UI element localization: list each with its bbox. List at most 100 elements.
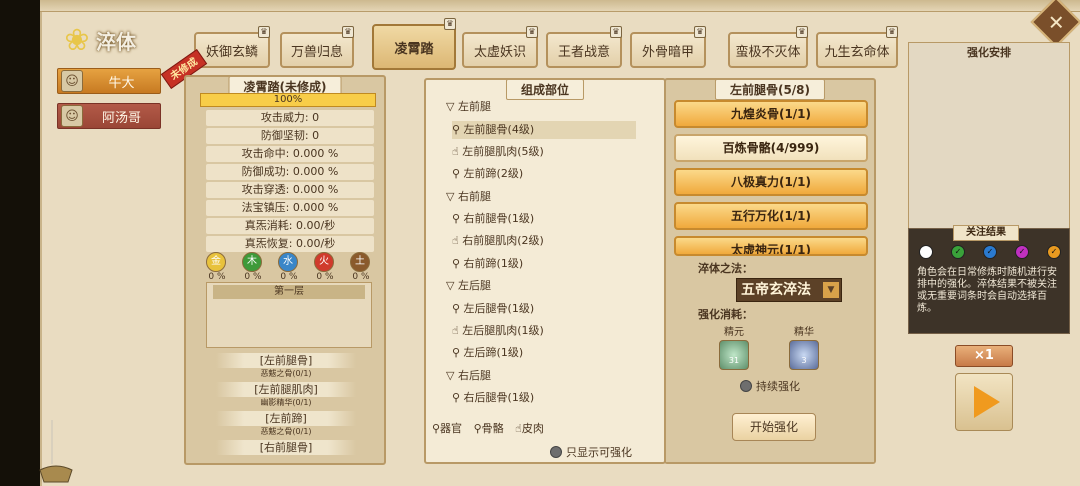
top-bar: [40, 0, 1080, 12]
essence-icon: 31: [719, 340, 749, 370]
element-pct: 0 %: [280, 272, 298, 282]
focus-option-orange[interactable]: ✓: [1047, 245, 1061, 259]
element-wood: 木 0 %: [242, 252, 264, 282]
focus-option-white[interactable]: [919, 245, 933, 259]
element-icon: 水: [278, 252, 298, 272]
material-button[interactable]: 九煌炎骨(1/1): [674, 100, 868, 128]
focus-option-green[interactable]: ✓: [951, 245, 965, 259]
cost-name: 精元: [724, 327, 744, 338]
tree-item[interactable]: ☝ 右前腿肌肉(2级): [452, 232, 544, 250]
material-button[interactable]: 太虚神元(1/1): [674, 236, 868, 256]
crystal-icon: 3: [789, 340, 819, 370]
part-name: [右前腿骨]: [216, 440, 356, 455]
tab-lingxiao[interactable]: 凌霄踏 ♛: [372, 18, 456, 70]
close-icon: ✕: [1047, 9, 1065, 34]
tab-label: 蛮极不灭体: [735, 44, 801, 60]
method-select[interactable]: 五帝玄淬法 ▼: [736, 278, 842, 302]
part-entry: [左前蹄] 恶魃之骨(0/1): [216, 411, 356, 437]
method-box: 淬体之法： 五帝玄淬法 ▼ 强化消耗： 精元 31 精华 3 持续强化 开始强化: [666, 256, 874, 462]
legend-organ: ⚲器官: [432, 422, 463, 435]
element-icon: 土: [350, 252, 370, 272]
tab-bar: 妖御玄鳞 ♛ 万兽归息 ♛ 凌霄踏 ♛ 太虚妖识 ♛ 王者战意 ♛ 外骨暗甲 ♛ 蛮极不灭体…: [182, 18, 902, 74]
focus-option-purple[interactable]: ✓: [1015, 245, 1029, 259]
tree-item[interactable]: ⚲ 左后蹄(1级): [452, 344, 523, 362]
element-pct: 0 %: [244, 272, 262, 282]
part-name: [左前腿骨]: [216, 353, 356, 368]
multiplier-button[interactable]: ×1: [955, 345, 1013, 367]
element-affinities: 金 0 % 木 0 % 水 0 % 火 0 % 土 0 %: [206, 252, 376, 282]
character-list: ☺ 牛大 ☺ 阿汤哥: [57, 68, 161, 138]
tab-jiusheng[interactable]: 九生玄命体 ♛: [816, 26, 898, 68]
tree-item[interactable]: ☝ 左前腿肌肉(5级): [452, 143, 544, 161]
tree-item[interactable]: ⚲ 左前腿骨(4级): [452, 121, 636, 139]
tree-item[interactable]: ⚲ 左后腿骨(1级): [452, 300, 534, 318]
character-item-atangge[interactable]: ☺ 阿汤哥: [57, 103, 161, 129]
crown-icon: ♛: [526, 26, 538, 38]
tree-item[interactable]: ⚲ 右前蹄(1级): [452, 255, 523, 273]
focus-option-blue[interactable]: ✓: [983, 245, 997, 259]
focus-panel: 关注结果 ✓ ✓ ✓ ✓ 角色会在日常修炼时随机进行安排中的强化。淬体结果不被关…: [908, 225, 1070, 334]
tab-manji[interactable]: 蛮极不灭体 ♛: [728, 26, 808, 68]
only-strengthenable-toggle[interactable]: 只显示可强化: [550, 444, 632, 460]
focus-description: 角色会在日常修炼时随机进行安排中的强化。淬体结果不被关注或无重要词条时会自动选择…: [917, 267, 1057, 314]
crown-icon: ♛: [796, 26, 808, 38]
character-item-niuda[interactable]: ☺ 牛大: [57, 68, 161, 94]
start-strengthen-button[interactable]: 开始强化: [732, 413, 816, 441]
part-entry: [左前腿肌肉] 幽影精华(0/1): [216, 382, 356, 408]
play-button[interactable]: [955, 373, 1013, 431]
method-value: 五帝玄淬法: [741, 282, 811, 298]
stat-row: 攻击穿透: 0.000 %: [206, 182, 374, 198]
progress-bar: 100%: [200, 93, 376, 107]
tab-label: 太虚妖识: [473, 44, 526, 60]
crown-icon: ♛: [342, 26, 354, 38]
toggle-label: 持续强化: [756, 380, 800, 393]
legend: ⚲器官 ⚲骨骼 ☝皮肉: [432, 420, 552, 436]
cost-jingyuan: 精元 31: [714, 323, 754, 370]
stat-row: 防御成功: 0.000 %: [206, 164, 374, 180]
emblem-icon: ❀: [64, 22, 90, 58]
focus-title: 关注结果: [953, 225, 1019, 241]
continuous-toggle[interactable]: 持续强化: [740, 378, 800, 394]
tree-item[interactable]: ⚲ 左前蹄(2级): [452, 165, 523, 183]
tree-header: 组成部位: [505, 79, 585, 100]
materials-header: 左前腿骨(5/8): [714, 79, 826, 100]
tab-label: 王者战意: [557, 44, 610, 60]
part-requirement: 恶魃之骨(0/1): [260, 427, 312, 436]
tab-taixu[interactable]: 太虚妖识 ♛: [462, 26, 538, 68]
tab-label: 万兽归息: [290, 44, 343, 60]
element-earth: 土 0 %: [350, 252, 372, 282]
tree-group[interactable]: ▽ 右前腿: [446, 188, 491, 206]
focus-options: ✓ ✓ ✓ ✓: [917, 245, 1067, 263]
page-title-block: ❀ 淬体: [60, 18, 170, 68]
stat-row: 真炁恢复: 0.00/秒: [206, 236, 374, 252]
method-label: 淬体之法：: [698, 262, 753, 275]
avatar: ☺: [61, 105, 83, 127]
tab-wangzhe[interactable]: 王者战意 ♛: [546, 26, 622, 68]
stat-row: 法宝镇压: 0.000 %: [206, 200, 374, 216]
tree-item[interactable]: ☝ 左后腿肌肉(1级): [452, 322, 544, 340]
stat-row: 攻击威力: 0: [206, 110, 374, 126]
material-button[interactable]: 百炼骨骼(4/999): [674, 134, 868, 162]
materials-panel: 左前腿骨(5/8) 九煌炎骨(1/1) 百炼骨骼(4/999) 八极真力(1/1…: [664, 78, 876, 464]
tree-item[interactable]: ⚲ 右前腿骨(1级): [452, 210, 534, 228]
tab-wanshou[interactable]: 万兽归息 ♛: [280, 26, 354, 68]
element-fire: 火 0 %: [314, 252, 336, 282]
part-entry: [右前腿骨]: [216, 440, 356, 455]
toggle-dot-icon: [550, 446, 562, 458]
element-water: 水 0 %: [278, 252, 300, 282]
tree-group[interactable]: ▽ 右后腿: [446, 367, 491, 385]
character-name: 牛大: [108, 75, 135, 91]
layer-title: 第一层: [213, 285, 365, 299]
material-button[interactable]: 八极真力(1/1): [674, 168, 868, 196]
cost-name: 精华: [794, 327, 814, 338]
tree-item[interactable]: ⚲ 右后腿骨(1级): [452, 389, 534, 407]
crown-icon: ♛: [694, 26, 706, 38]
tree-group[interactable]: ▽ 左前腿: [446, 98, 491, 116]
plan-panel: 强化安排: [908, 42, 1070, 232]
layer-box: 第一层: [206, 282, 372, 348]
tab-waigu[interactable]: 外骨暗甲 ♛: [630, 26, 706, 68]
element-pct: 0 %: [316, 272, 334, 282]
material-button[interactable]: 五行万化(1/1): [674, 202, 868, 230]
tab-label: 妖御玄鳞: [205, 44, 258, 60]
tree-group[interactable]: ▽ 左后腿: [446, 277, 491, 295]
